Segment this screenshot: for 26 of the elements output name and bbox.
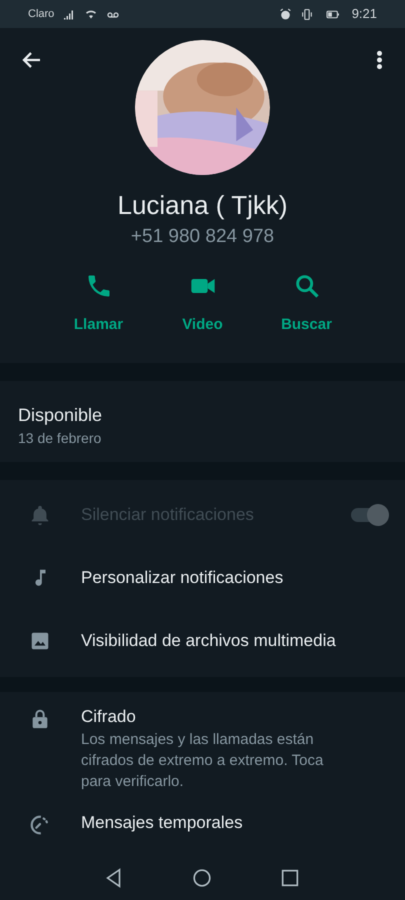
bell-icon [29,504,51,526]
setting-label: Personalizar notificaciones [81,567,284,590]
carrier-name: Claro [28,6,54,22]
setting-label: Mensajes temporales [81,812,243,834]
privacy-row[interactable]: Cifrado Los mensajes y las llamadas están cifrados de extremo a extremo. Toca para verificarlo. [0,706,405,812]
setting-label: Cifrado [81,706,137,728]
about-status: Disponible [18,404,104,426]
phone-number: +51 980 824 978 [130,225,274,249]
call-button[interactable]: Llamar [60,272,136,336]
search-button[interactable]: Buscar [268,272,344,336]
timer-icon [29,814,51,836]
settings-row[interactable]: Visibilidad de archivos multimedia [0,610,405,672]
vibrate-icon [300,8,314,20]
contact-name: Luciana ( Tjkk) [117,189,288,221]
home-circle-icon [190,866,212,888]
image-icon [29,630,51,652]
status-date: 13 de febrero [18,428,102,448]
alarm-icon [278,8,292,20]
clock-time: 9:21 [352,5,377,24]
more-vertical-icon [376,50,382,70]
setting-label: Visibilidad de archivos multimedia [81,630,337,652]
video-call-button[interactable]: Video [164,272,240,336]
setting-description: Los mensajes y las llamadas están cifrados de extremo a extremo. Toca para verificarlo. [81,730,324,792]
wifi-icon [84,8,98,20]
privacy-row[interactable]: Mensajes temporales [0,812,405,855]
settings-row[interactable]: Personalizar notificaciones [0,546,405,610]
